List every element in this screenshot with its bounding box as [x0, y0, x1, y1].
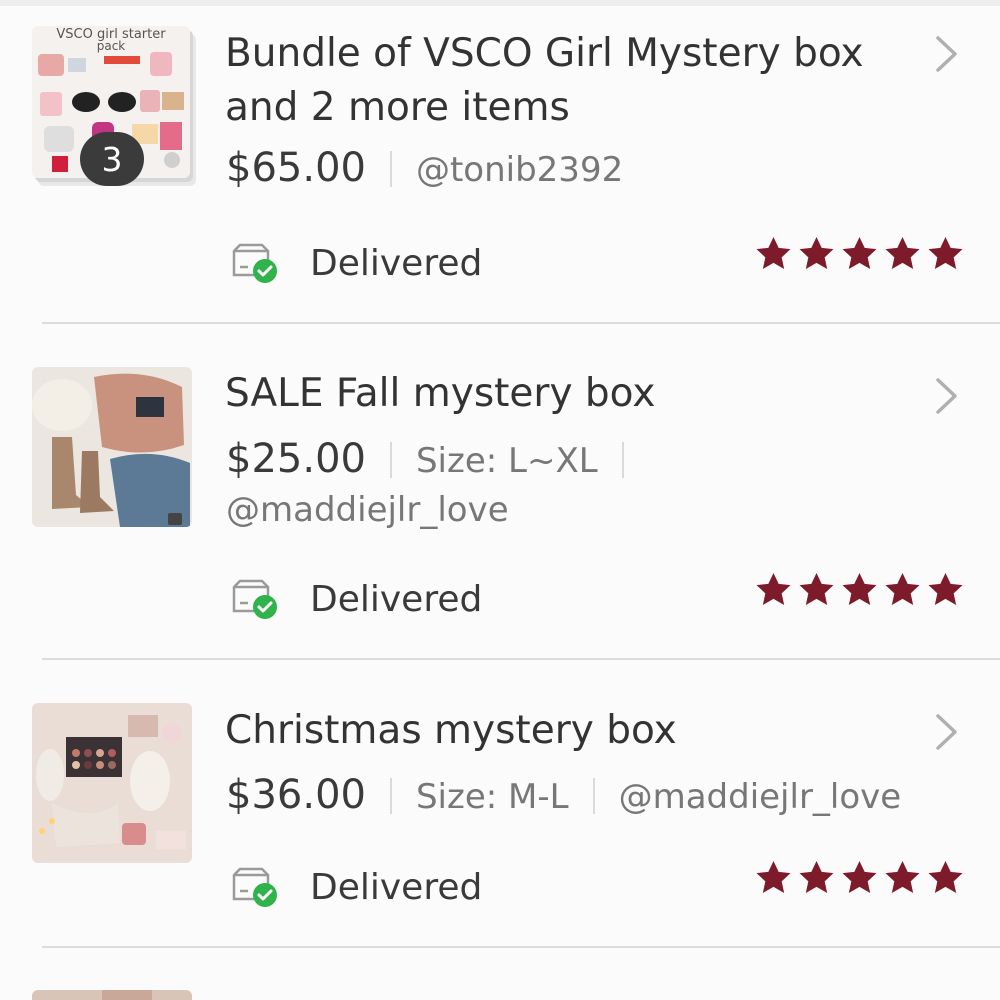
rating-stars	[753, 234, 966, 274]
star-icon	[842, 861, 877, 893]
separator	[592, 778, 595, 814]
package-delivered-icon	[230, 577, 280, 621]
order-size: Size: L~XL	[415, 441, 598, 481]
order-price: $36.00	[226, 772, 366, 818]
seller-username[interactable]: @tonib2392	[416, 150, 623, 190]
row-divider	[42, 946, 1000, 948]
seller-username[interactable]: @maddiejlr_love	[619, 777, 902, 817]
separator	[621, 442, 624, 478]
order-thumbnail[interactable]	[32, 703, 192, 863]
order-row[interactable]: SALE Fall mystery box $25.00 Size: L~XL …	[0, 324, 1000, 660]
star-icon	[928, 861, 963, 893]
order-price: $65.00	[226, 145, 366, 191]
order-meta: $25.00 Size: L~XL	[226, 436, 648, 482]
order-title[interactable]: Christmas mystery box	[225, 704, 905, 758]
purchases-list: VSCO girl starter pack 3 Bundle of VSCO …	[0, 0, 1000, 1000]
star-icon	[885, 861, 920, 893]
star-icon	[885, 573, 920, 605]
star-icon	[799, 861, 834, 893]
chevron-right-icon[interactable]	[930, 34, 964, 74]
seller-username[interactable]: @maddiejlr_love	[226, 490, 509, 530]
order-row[interactable]: Christmas mystery box $36.00 Size: M-L @…	[0, 660, 1000, 948]
status-label: Delivered	[310, 242, 483, 284]
status-label: Delivered	[310, 866, 483, 908]
delivery-status: Delivered	[230, 241, 482, 285]
star-icon	[756, 861, 791, 893]
chevron-right-icon[interactable]	[930, 376, 964, 416]
package-delivered-icon	[230, 865, 280, 909]
order-thumbnail[interactable]	[32, 367, 192, 527]
item-count-badge: 3	[80, 132, 144, 186]
rating-stars	[753, 570, 966, 610]
star-icon	[799, 237, 834, 269]
star-icon	[885, 237, 920, 269]
order-meta: $65.00 @tonib2392	[226, 145, 623, 191]
order-meta: $36.00 Size: M-L @maddiejlr_love	[226, 772, 901, 818]
separator	[389, 778, 392, 814]
star-icon	[799, 573, 834, 605]
star-icon	[756, 573, 791, 605]
order-row[interactable]: VSCO girl starter pack 3 Bundle of VSCO …	[0, 0, 1000, 324]
chevron-right-icon[interactable]	[930, 712, 964, 752]
thumbnail-caption-2: pack	[97, 39, 126, 53]
rating-stars	[753, 858, 966, 898]
delivery-status: Delivered	[230, 577, 482, 621]
package-delivered-icon	[230, 241, 280, 285]
star-icon	[756, 237, 791, 269]
star-icon	[928, 237, 963, 269]
order-size: Size: M-L	[415, 777, 569, 817]
star-icon	[842, 573, 877, 605]
order-title[interactable]: SALE Fall mystery box	[225, 367, 905, 421]
separator	[389, 151, 392, 187]
star-icon	[928, 573, 963, 605]
separator	[389, 442, 392, 478]
delivery-status: Delivered	[230, 865, 482, 909]
star-icon	[842, 237, 877, 269]
status-label: Delivered	[310, 578, 483, 620]
order-price: $25.00	[226, 436, 366, 482]
order-title[interactable]: Bundle of VSCO Girl Mystery box and 2 mo…	[225, 27, 905, 135]
order-thumbnail-partial[interactable]	[32, 990, 192, 1000]
